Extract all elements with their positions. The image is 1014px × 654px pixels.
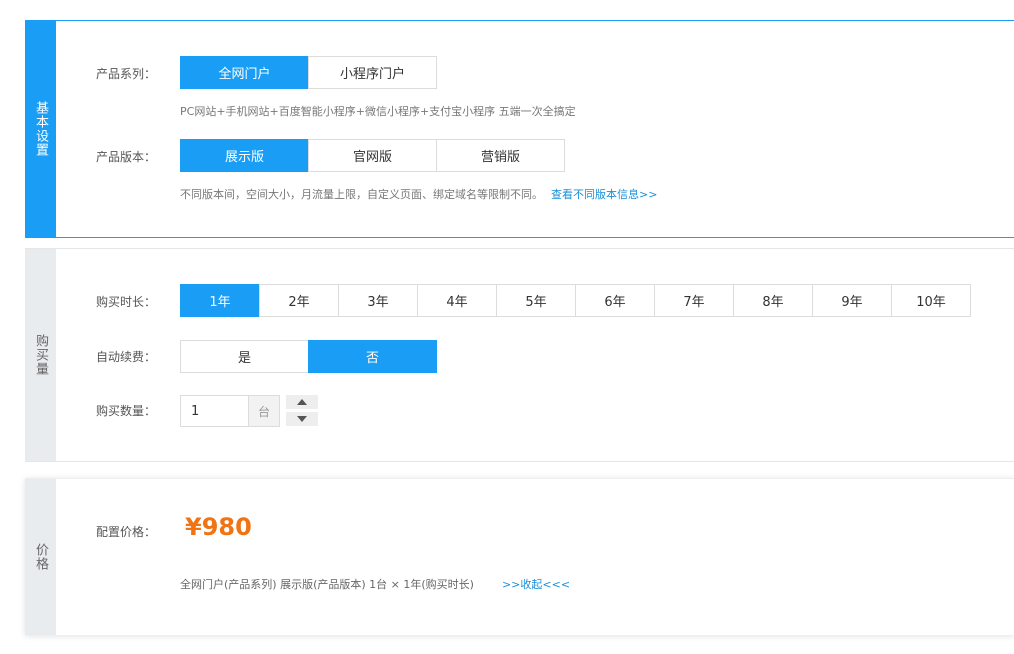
duration-option-3[interactable]: 3年: [338, 284, 418, 317]
duration-options: 1年 2年 3年 4年 5年 6年 7年 8年 9年 10年: [180, 284, 971, 317]
duration-option-6[interactable]: 6年: [575, 284, 655, 317]
renew-label: 自动续费：: [96, 350, 157, 364]
duration-option-8[interactable]: 8年: [733, 284, 813, 317]
quantity-increment-button[interactable]: [286, 395, 318, 409]
duration-option-2[interactable]: 2年: [259, 284, 339, 317]
basic-settings-tab: 基本设置: [25, 21, 56, 237]
renew-option-no[interactable]: 否: [308, 340, 437, 373]
price-section: 价格 配置价格： ¥980 全网门户(产品系列) 展示版(产品版本) 1台 × …: [25, 478, 1014, 635]
duration-label: 购买时长：: [96, 295, 157, 309]
price-side-label: 价格: [33, 543, 48, 571]
quantity-stepper: [286, 395, 318, 426]
series-hint: PC网站+手机网站+百度智能小程序+微信小程序+支付宝小程序 五端一次全搞定: [180, 105, 576, 118]
quantity-field: 1 台: [180, 395, 280, 427]
quantity-decrement-button[interactable]: [286, 412, 318, 426]
series-option-quanwang[interactable]: 全网门户: [180, 56, 309, 89]
version-option-yingxiao[interactable]: 营销版: [436, 139, 565, 172]
price-summary-text: 全网门户(产品系列) 展示版(产品版本) 1台 × 1年(购买时长): [180, 578, 474, 591]
duration-option-9[interactable]: 9年: [812, 284, 892, 317]
version-option-zhanshi[interactable]: 展示版: [180, 139, 309, 172]
renew-options: 是 否: [180, 340, 437, 373]
price-amount: ¥980: [185, 513, 252, 541]
series-options: 全网门户 小程序门户: [180, 56, 437, 89]
version-hint: 不同版本间，空间大小，月流量上限，自定义页面、绑定域名等限制不同。 查看不同版本信…: [180, 186, 657, 202]
version-options: 展示版 官网版 营销版: [180, 139, 565, 172]
price-summary: 全网门户(产品系列) 展示版(产品版本) 1台 × 1年(购买时长) >>收起<<…: [180, 576, 570, 592]
version-info-link[interactable]: 查看不同版本信息>>: [551, 188, 657, 201]
duration-option-4[interactable]: 4年: [417, 284, 497, 317]
basic-settings-side-label: 基本设置: [33, 101, 48, 157]
triangle-up-icon: [297, 399, 307, 405]
quantity-unit: 台: [249, 395, 280, 427]
series-option-xiaochengxu[interactable]: 小程序门户: [308, 56, 437, 89]
duration-option-10[interactable]: 10年: [891, 284, 971, 317]
price-tab: 价格: [25, 479, 56, 635]
renew-option-yes[interactable]: 是: [180, 340, 309, 373]
version-option-guanwang[interactable]: 官网版: [308, 139, 437, 172]
version-hint-text: 不同版本间，空间大小，月流量上限，自定义页面、绑定域名等限制不同。: [180, 188, 543, 201]
config-price-label: 配置价格：: [96, 525, 157, 539]
series-label: 产品系列：: [96, 67, 157, 81]
quantity-input[interactable]: 1: [180, 395, 249, 427]
purchase-side-label: 购买量: [33, 334, 48, 376]
duration-option-7[interactable]: 7年: [654, 284, 734, 317]
triangle-down-icon: [297, 416, 307, 422]
basic-settings-section: 基本设置 产品系列： 全网门户 小程序门户 PC网站+手机网站+百度智能小程序+…: [25, 20, 1014, 238]
version-label: 产品版本：: [96, 150, 157, 164]
quantity-label: 购买数量：: [96, 404, 157, 418]
duration-option-5[interactable]: 5年: [496, 284, 576, 317]
duration-option-1[interactable]: 1年: [180, 284, 260, 317]
collapse-toggle-link[interactable]: >>收起<<<: [502, 578, 570, 591]
purchase-section: 购买量 购买时长： 1年 2年 3年 4年 5年 6年 7年 8年 9年 10年…: [25, 248, 1014, 462]
purchase-tab: 购买量: [25, 249, 56, 461]
